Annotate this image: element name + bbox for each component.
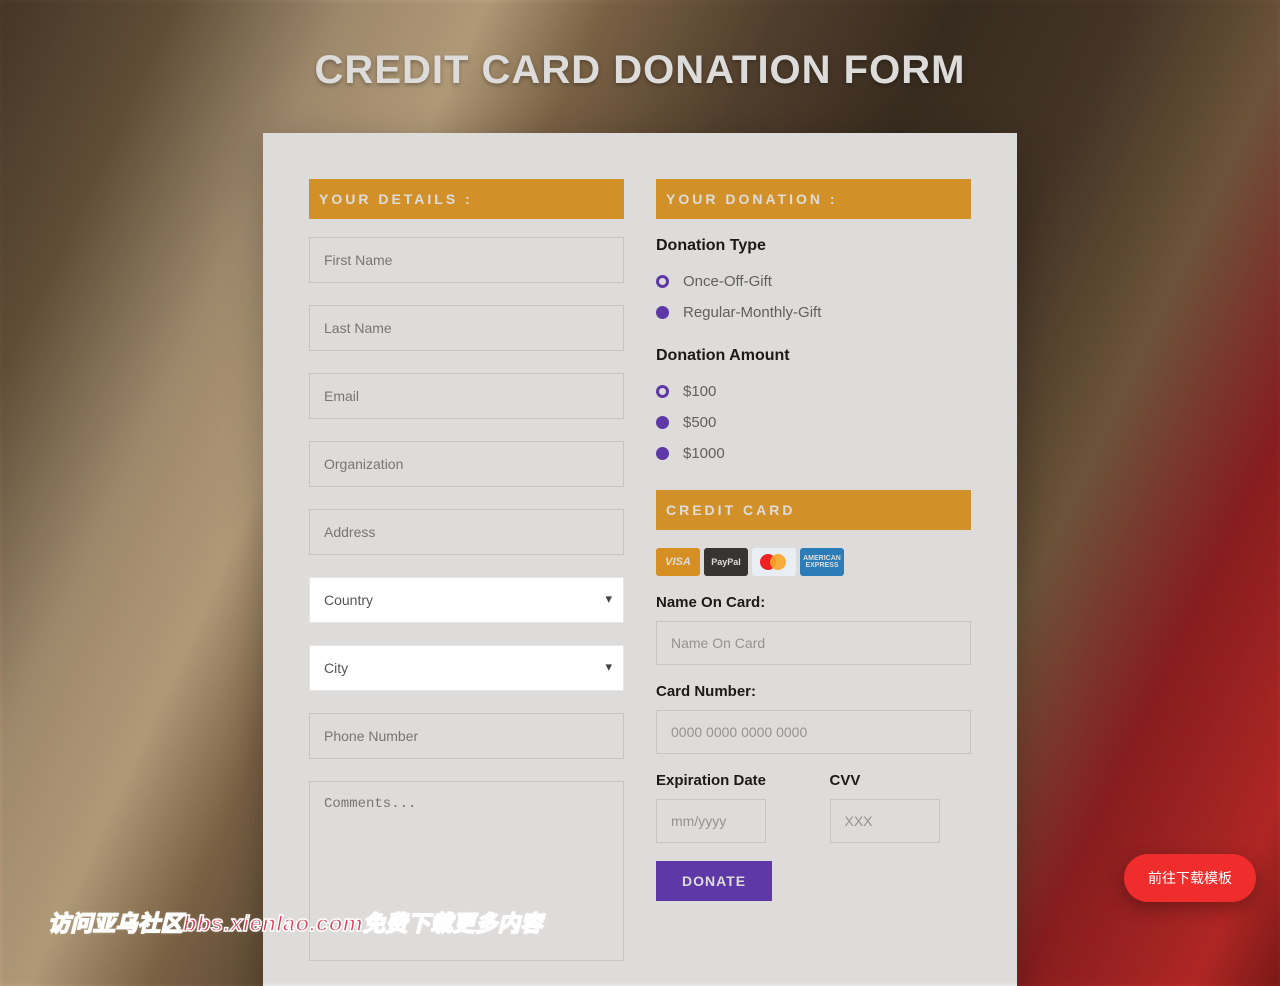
download-template-button[interactable]: 前往下载模板 [1124,854,1256,902]
background-overlay [0,0,1280,986]
watermark-text: 访问亚乌社区bbs.xienlao.com免费下载更多内容 [48,906,543,938]
mastercard-icon [752,548,796,576]
city-select[interactable]: City [309,645,624,691]
country-select[interactable]: Country [309,577,624,623]
